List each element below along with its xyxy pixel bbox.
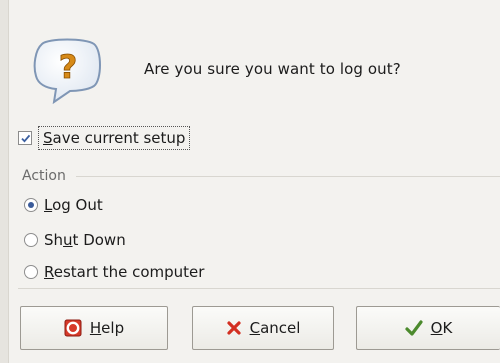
question-icon: ? <box>30 36 106 105</box>
radio-label: Log Out <box>44 196 103 214</box>
cancel-x-icon <box>226 321 241 335</box>
radio-log-out[interactable]: Log Out <box>24 194 103 216</box>
svg-text:?: ? <box>59 48 78 86</box>
group-divider <box>76 176 500 177</box>
save-current-setup-checkbox[interactable]: Save current setup <box>18 125 191 151</box>
action-group: Action Log Out Shut Down Restart the com… <box>18 168 500 290</box>
group-bottom-divider <box>18 288 500 289</box>
ok-button[interactable]: OK <box>356 306 500 350</box>
ok-button-label: OK <box>430 319 453 337</box>
radio-label: Restart the computer <box>44 263 205 281</box>
radio-shut-down[interactable]: Shut Down <box>24 229 126 251</box>
checkmark-icon <box>405 320 423 336</box>
radio-selected-dot <box>28 202 34 208</box>
lifebuoy-icon <box>64 319 82 337</box>
radio-button[interactable] <box>24 265 38 279</box>
radio-button[interactable] <box>24 198 38 212</box>
radio-label: Shut Down <box>44 231 126 249</box>
cancel-button[interactable]: Cancel <box>192 306 334 350</box>
confirmation-message: Are you sure you want to log out? <box>144 60 401 78</box>
checkbox-box[interactable] <box>18 131 32 145</box>
window-left-edge <box>0 0 9 363</box>
radio-restart[interactable]: Restart the computer <box>24 261 204 283</box>
save-current-setup-label: Save current setup <box>38 126 191 150</box>
cancel-button-label: Cancel <box>249 319 301 337</box>
action-group-title: Action <box>22 168 70 184</box>
help-button[interactable]: Help <box>20 306 168 350</box>
check-icon <box>20 134 30 143</box>
help-button-label: Help <box>89 319 125 337</box>
radio-button[interactable] <box>24 233 38 247</box>
